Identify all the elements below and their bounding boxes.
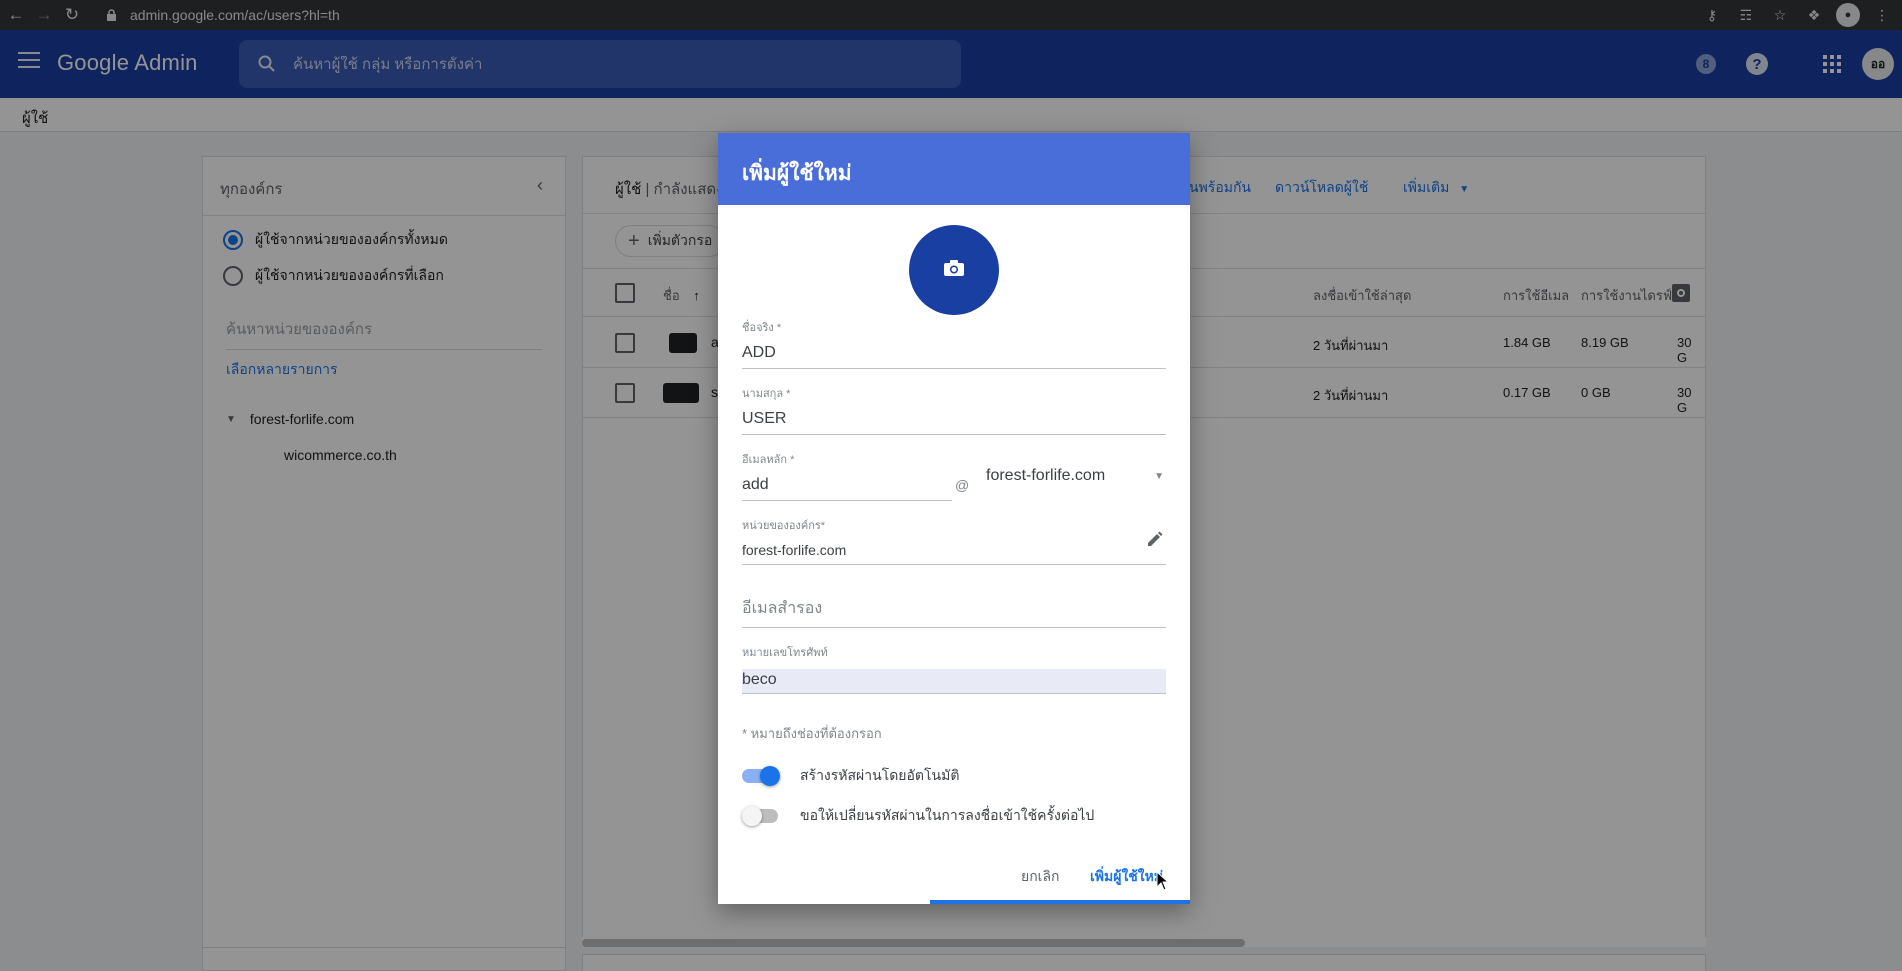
auto-password-toggle[interactable] xyxy=(742,766,780,786)
change-password-toggle[interactable] xyxy=(742,806,778,826)
last-name-input[interactable]: USER xyxy=(742,410,1166,435)
phone-label: หมายเลขโทรศัพท์ xyxy=(742,647,828,659)
cancel-button[interactable]: ยกเลิก xyxy=(1021,866,1060,888)
org-unit-field[interactable]: หน่วยขององค์กร* forest-forlife.com xyxy=(742,516,1166,565)
email-at-symbol: @ xyxy=(955,477,970,493)
auto-password-label: สร้างรหัสผ่านโดยอัตโนมัติ xyxy=(800,767,960,783)
dropdown-arrow-icon: ▼ xyxy=(1154,471,1164,482)
org-unit-label: หน่วยขององค์กร* xyxy=(742,520,826,532)
required-fields-note: * หมายถึงช่องที่ต้องกรอก xyxy=(742,726,882,741)
first-name-input[interactable]: ADD xyxy=(742,344,1166,369)
primary-email-label: อีเมลหลัก * xyxy=(742,454,795,466)
primary-email-field[interactable]: อีเมลหลัก * add xyxy=(742,450,952,501)
email-domain-value: forest-forlife.com xyxy=(986,467,1106,484)
upload-photo-button[interactable] xyxy=(909,225,999,315)
secondary-email-input[interactable]: อีเมลสำรอง xyxy=(742,596,1166,628)
first-name-label: ชื่อจริง * xyxy=(742,322,782,334)
dialog-header: เพิ่มผู้ใช้ใหม่ xyxy=(718,133,1190,205)
phone-input[interactable]: beco xyxy=(742,669,1166,694)
email-domain-select[interactable]: forest-forlife.com ▼ xyxy=(986,467,1166,485)
mouse-cursor-icon xyxy=(1156,870,1170,891)
saving-progress-bar xyxy=(930,900,1190,904)
last-name-label: นามสกุล * xyxy=(742,388,791,400)
edit-pencil-icon[interactable] xyxy=(1146,530,1164,553)
dialog-title: เพิ่มผู้ใช้ใหม่ xyxy=(742,162,852,185)
change-password-toggle-row[interactable]: ขอให้เปลี่ยนรหัสผ่านในการลงชื่อเข้าใช้คร… xyxy=(742,805,1094,827)
camera-icon xyxy=(943,259,965,282)
add-user-dialog: เพิ่มผู้ใช้ใหม่ ชื่อจริง * ADD นามสกุล *… xyxy=(718,133,1190,904)
first-name-field[interactable]: ชื่อจริง * ADD xyxy=(742,318,1166,369)
change-password-label: ขอให้เปลี่ยนรหัสผ่านในการลงชื่อเข้าใช้คร… xyxy=(800,807,1095,823)
add-user-button[interactable]: เพิ่มผู้ใช้ใหม่ xyxy=(1090,866,1163,888)
primary-email-input[interactable]: add xyxy=(742,476,952,501)
org-unit-value: forest-forlife.com xyxy=(742,542,1166,565)
auto-password-toggle-row[interactable]: สร้างรหัสผ่านโดยอัตโนมัติ xyxy=(742,765,959,787)
phone-field[interactable]: หมายเลขโทรศัพท์ beco xyxy=(742,643,1166,694)
secondary-email-field[interactable]: อีเมลสำรอง xyxy=(742,588,1166,628)
last-name-field[interactable]: นามสกุล * USER xyxy=(742,384,1166,435)
